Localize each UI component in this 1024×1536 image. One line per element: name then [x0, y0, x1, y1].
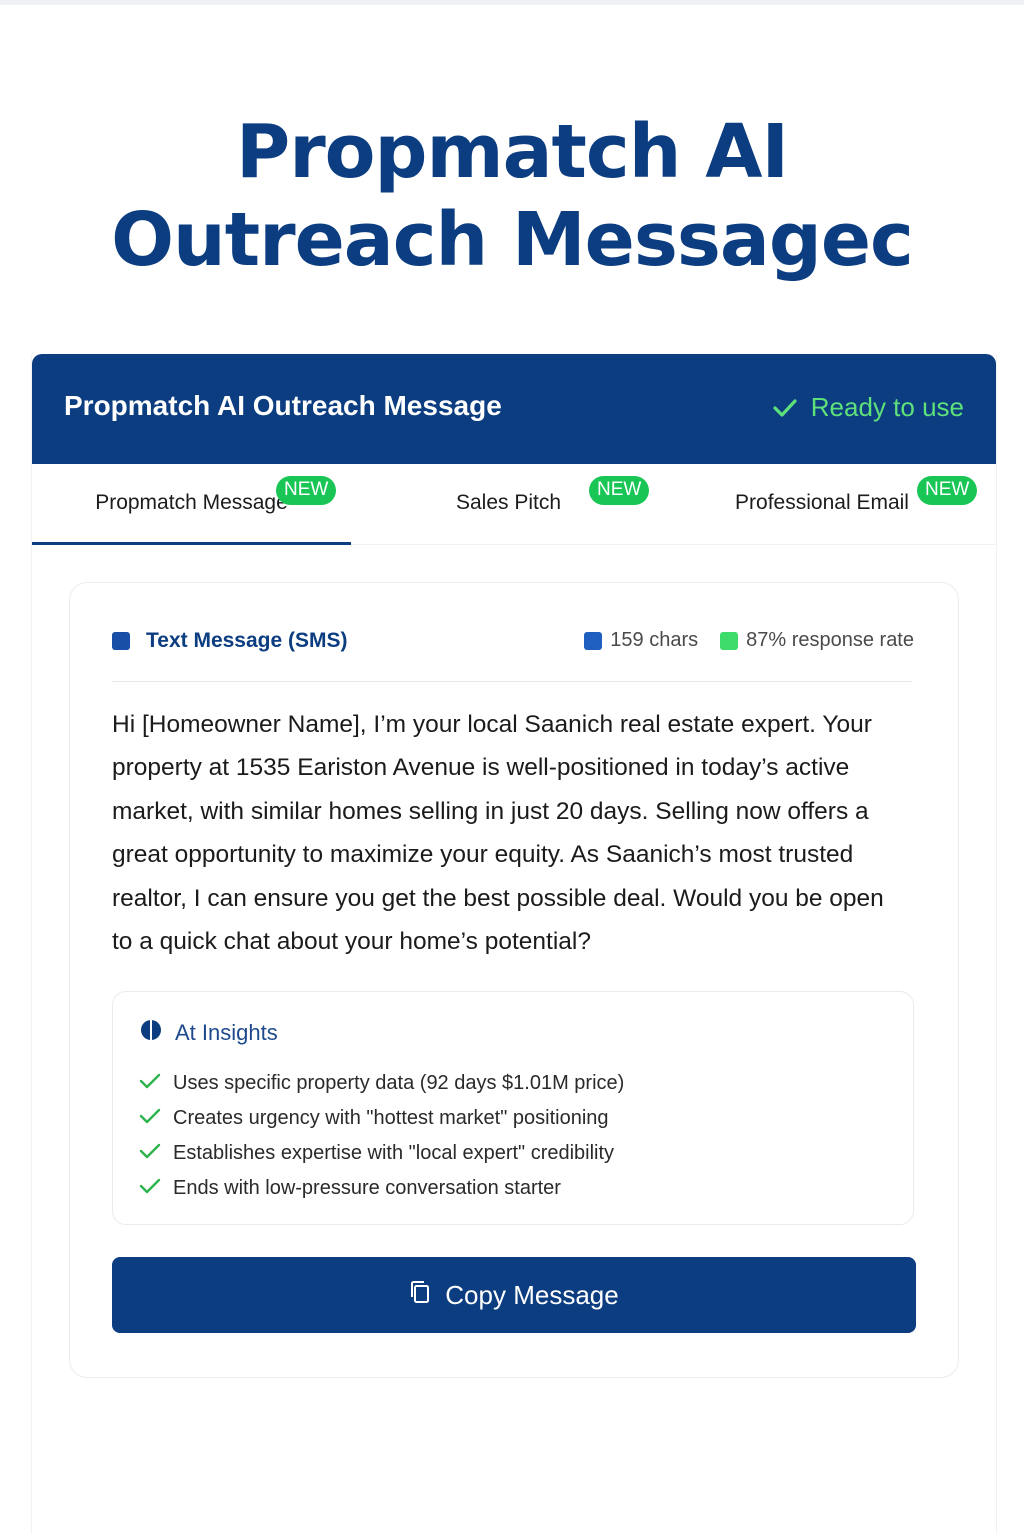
check-icon	[773, 398, 797, 418]
insight-text: Creates urgency with "hottest market" po…	[173, 1107, 609, 1129]
insights-header: At Insights	[139, 1018, 278, 1048]
card-header-title: Propmatch AI Outreach Message	[64, 390, 502, 421]
message-line: to a quick chat about your home’s potent…	[112, 928, 591, 956]
copy-message-label: Copy Message	[445, 1279, 619, 1310]
insights-icon	[139, 1018, 163, 1048]
check-icon	[139, 1072, 161, 1096]
top-strip	[0, 0, 1024, 5]
message-panel-header: Text Message (SMS) 159 chars 87% respons…	[112, 621, 914, 682]
copy-message-button[interactable]: Copy Message	[112, 1257, 916, 1333]
check-icon	[139, 1142, 161, 1166]
insight-item: Uses specific property data (92 days $1.…	[139, 1066, 624, 1101]
message-type: Text Message (SMS)	[112, 629, 348, 653]
message-body: Hi [Homeowner Name], I’m your local Saan…	[112, 703, 932, 963]
insight-item: Creates urgency with "hottest market" po…	[139, 1101, 624, 1136]
page-title-line-2: Outreach Messagec	[111, 197, 914, 283]
check-icon	[139, 1107, 161, 1131]
tab-label: Sales Pitch	[455, 491, 562, 514]
new-badge: NEW	[917, 476, 978, 505]
page-title-line-1: Propmatch AI	[235, 109, 789, 195]
message-line: realtor, I can ensure you get the best p…	[112, 884, 884, 912]
insights-title: At Insights	[175, 1020, 278, 1045]
message-panel: Text Message (SMS) 159 chars 87% respons…	[69, 582, 959, 1378]
message-line: Hi [Homeowner Name], I’m your local Saan…	[112, 711, 872, 738]
message-line: property at 1535 Eariston Avenue is well…	[112, 754, 850, 782]
message-tabs: Propmatch Message NEW Sales Pitch NEW Pr…	[32, 464, 996, 545]
ai-insights-box: At Insights Uses specific property data …	[112, 991, 914, 1225]
insights-list: Uses specific property data (92 days $1.…	[139, 1066, 624, 1206]
message-type-label: Text Message (SMS)	[146, 629, 348, 652]
chars-stat: 159 chars	[584, 629, 698, 652]
ready-status-label: Ready to use	[810, 392, 964, 422]
insight-item: Ends with low-pressure conversation star…	[139, 1171, 624, 1206]
message-line: market, with similar homes selling in ju…	[112, 797, 869, 825]
new-badge: NEW	[589, 476, 650, 505]
ready-status: Ready to use	[773, 392, 964, 423]
tab-label: Propmatch Message	[95, 491, 288, 514]
chars-count: 159 chars	[610, 629, 699, 651]
card-header: Propmatch AI Outreach Message Ready to u…	[32, 354, 996, 464]
insight-item: Establishes expertise with "local expert…	[139, 1136, 624, 1171]
response-rate-stat: 87% response rate	[720, 629, 914, 652]
message-line: great opportunity to maximize your equit…	[112, 841, 854, 869]
insight-text: Uses specific property data (92 days $1.…	[173, 1072, 625, 1094]
copy-icon	[409, 1280, 431, 1311]
outreach-card: Propmatch AI Outreach Message Ready to u…	[31, 354, 997, 1534]
message-stats: 159 chars 87% response rate	[584, 629, 914, 652]
check-icon	[139, 1177, 161, 1201]
response-square-icon	[720, 631, 739, 650]
tab-label: Professional Email	[735, 491, 909, 514]
insight-text: Establishes expertise with "local expert…	[173, 1142, 615, 1164]
insight-text: Ends with low-pressure conversation star…	[173, 1177, 561, 1199]
sms-square-icon	[112, 632, 130, 650]
chars-square-icon	[584, 631, 603, 650]
new-badge: NEW	[276, 476, 337, 505]
response-rate: 87% response rate	[746, 629, 914, 651]
page-title: Propmatch AI Outreach Messagec	[0, 108, 1024, 284]
